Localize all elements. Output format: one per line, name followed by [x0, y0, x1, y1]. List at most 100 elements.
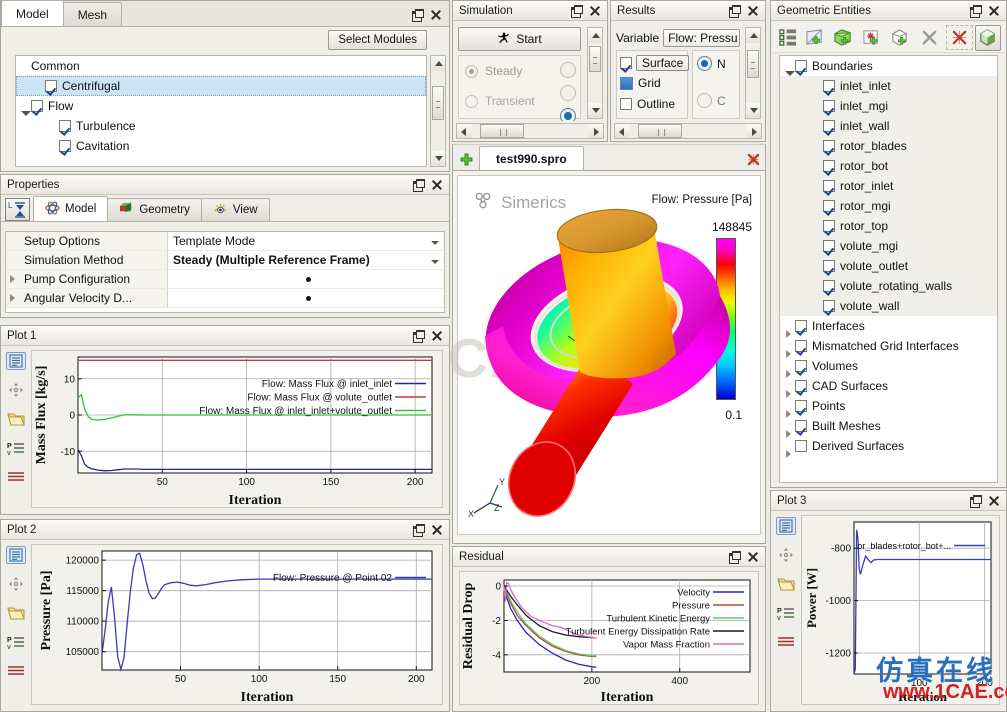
geo-tree-item-volute-wall[interactable]: volute_wall	[780, 296, 997, 316]
checkbox[interactable]	[795, 400, 807, 412]
checkbox[interactable]	[823, 240, 835, 252]
checkbox[interactable]	[31, 100, 43, 112]
checkbox[interactable]	[823, 180, 835, 192]
float-icon[interactable]	[970, 495, 982, 508]
property-row[interactable]: Pump Configuration	[6, 270, 444, 289]
scroll-up-icon[interactable]	[588, 28, 602, 43]
float-icon[interactable]	[729, 5, 741, 18]
scroll-thumb[interactable]	[638, 124, 682, 138]
geo-tree-item-rotor-bot[interactable]: rotor_bot	[780, 156, 997, 176]
add-box-icon[interactable]	[887, 25, 913, 50]
checkbox[interactable]	[823, 200, 835, 212]
geo-tree-item-inlet-wall[interactable]: inlet_wall	[780, 116, 997, 136]
check-outline[interactable]: Outline	[620, 97, 675, 111]
scroll-thumb[interactable]	[432, 86, 444, 120]
property-row[interactable]: Simulation Method Steady (Multiple Refere…	[6, 251, 444, 270]
float-icon[interactable]	[413, 330, 425, 343]
check-grid[interactable]: Grid	[620, 76, 661, 90]
model-tree-item-common[interactable]: Common	[16, 56, 426, 76]
twist-icon[interactable]	[10, 294, 15, 302]
geo-tree-item-volumes[interactable]: Volumes	[780, 356, 997, 378]
scroll-down-icon[interactable]	[746, 103, 760, 118]
float-icon[interactable]	[413, 524, 425, 537]
close-icon[interactable]	[988, 5, 999, 16]
checkbox[interactable]	[795, 340, 807, 352]
plot1-canvas[interactable]: 50 100 150 200 -10 0 10 Iteration Mass Flux [kg/…	[31, 350, 443, 508]
scroll-thumb[interactable]	[747, 50, 759, 78]
legend-lines-icon[interactable]	[776, 633, 796, 651]
properties-grid[interactable]: Setup Options Template Mode Simulation Met…	[5, 231, 445, 313]
viewport-panel[interactable]: Simerics CAE.com Flow: Pressure [Pa] 148…	[448, 170, 766, 544]
geo-tree-item-inlet-inlet[interactable]: inlet_inlet	[780, 76, 997, 96]
float-icon[interactable]	[412, 9, 424, 22]
simulation-extra-radio-1[interactable]	[560, 62, 576, 78]
checkbox[interactable]	[59, 120, 71, 132]
checkbox[interactable]	[823, 100, 835, 112]
twist-icon[interactable]	[10, 275, 15, 283]
plot3-canvas[interactable]: 100 200 -800 -1000 -1200 Iteration Power [W] or…	[801, 515, 1000, 705]
close-icon[interactable]	[988, 495, 999, 506]
tab-properties-view[interactable]: View	[200, 198, 270, 221]
geo-tree-item-cad-surfaces[interactable]: CAD Surfaces	[780, 376, 997, 398]
geo-tree-item-rotor-inlet[interactable]: rotor_inlet	[780, 176, 997, 196]
results-vscrollbar[interactable]	[745, 27, 761, 119]
checkbox[interactable]	[823, 300, 835, 312]
geo-tree-item-rotor-mgi[interactable]: rotor_mgi	[780, 196, 997, 216]
chevron-down-icon[interactable]	[431, 260, 439, 264]
scroll-left-icon[interactable]	[615, 124, 630, 138]
float-icon[interactable]	[413, 179, 425, 192]
tab-properties-geometry[interactable]: Geometry	[107, 198, 202, 221]
open-folder-icon[interactable]	[6, 604, 26, 622]
checkbox[interactable]	[795, 320, 807, 332]
property-row[interactable]: Setup Options Template Mode	[6, 232, 444, 251]
geometric-entities-tree[interactable]: Boundaries inlet_inlet inlet_mgi inlet_wall…	[779, 55, 998, 483]
scroll-up-icon[interactable]	[746, 28, 760, 43]
open-folder-icon[interactable]	[776, 575, 796, 593]
add-point-icon[interactable]	[859, 25, 885, 50]
close-icon[interactable]	[589, 5, 600, 16]
pan-icon[interactable]	[776, 546, 796, 564]
model-tree-item-flow[interactable]: Flow	[16, 96, 426, 116]
property-value[interactable]	[168, 295, 444, 301]
close-icon[interactable]	[747, 551, 758, 562]
close-icon[interactable]	[747, 5, 758, 16]
tab-properties-model[interactable]: Model	[33, 196, 109, 221]
geo-tree-item-rotor-top[interactable]: rotor_top	[780, 216, 997, 236]
checkbox[interactable]	[823, 80, 835, 92]
close-icon[interactable]	[431, 524, 442, 535]
property-value[interactable]: Steady (Multiple Reference Frame)	[168, 253, 444, 267]
plot-properties-icon[interactable]	[6, 352, 26, 370]
clear-selection-icon[interactable]	[946, 25, 973, 50]
checkbox[interactable]	[45, 80, 57, 92]
residual-canvas[interactable]: 200 400 0 -2 -4 Iteration Residual Drop Velocit…	[459, 571, 759, 705]
tree-list-icon[interactable]	[776, 25, 800, 50]
plot-properties-icon[interactable]	[6, 546, 26, 564]
close-project-icon[interactable]	[741, 148, 765, 170]
delete-icon[interactable]	[916, 25, 942, 50]
radio-results-1[interactable]: N	[697, 56, 726, 71]
close-icon[interactable]	[430, 9, 441, 20]
geo-tree-item-interfaces[interactable]: Interfaces	[780, 316, 997, 338]
checkbox[interactable]	[823, 160, 835, 172]
checkbox[interactable]	[795, 440, 807, 452]
start-button[interactable]: Start	[458, 27, 581, 51]
geo-tree-item-points[interactable]: Points	[780, 396, 997, 418]
scroll-thumb[interactable]	[589, 46, 601, 72]
scroll-down-icon[interactable]	[431, 151, 445, 166]
simulation-hscrollbar[interactable]	[456, 123, 604, 139]
model-tree[interactable]: Common Centrifugal Flow Turbulence Cavitatio…	[15, 55, 427, 167]
radio-results-2[interactable]: C	[697, 93, 726, 108]
checkbox[interactable]	[823, 140, 835, 152]
pan-icon[interactable]	[6, 381, 26, 399]
radio-transient[interactable]: Transient	[465, 94, 535, 108]
project-tab[interactable]: test990.spro	[479, 146, 584, 170]
float-icon[interactable]	[571, 5, 583, 18]
property-row[interactable]: Angular Velocity D...	[6, 289, 444, 308]
scroll-left-icon[interactable]	[457, 124, 472, 138]
checkbox[interactable]	[59, 140, 71, 152]
variable-combobox[interactable]: Flow: Pressu	[663, 28, 740, 47]
geo-tree-item-volute-rotating-walls[interactable]: volute_rotating_walls	[780, 276, 997, 296]
model-tree-item-centrifugal[interactable]: Centrifugal	[16, 76, 426, 96]
pin-icon[interactable]: L	[5, 198, 30, 221]
legend-lines-icon[interactable]	[6, 468, 26, 486]
